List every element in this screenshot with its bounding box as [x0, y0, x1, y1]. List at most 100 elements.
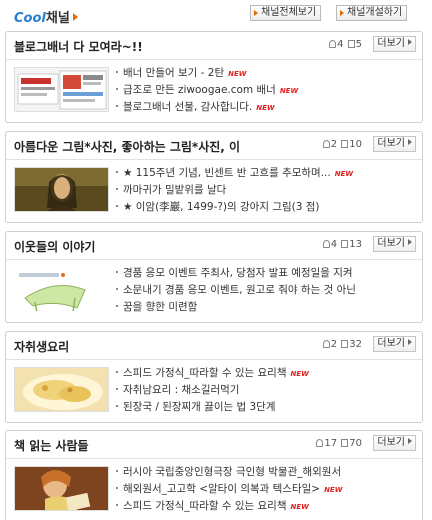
- channel-thumbnail[interactable]: [14, 466, 109, 511]
- bullet-icon: [116, 371, 118, 373]
- more-button[interactable]: 더보기: [373, 136, 416, 152]
- post-title: 꿈을 향한 미련함: [123, 301, 198, 313]
- new-badge: NEW: [324, 486, 343, 494]
- post-list: 배너 만들어 보기 - 2탄 NEW 급조로 만든 ziwoogae.com 배너…: [116, 65, 298, 116]
- food-dish-image: [15, 368, 108, 411]
- divider: [6, 359, 422, 360]
- bullet-icon: [116, 205, 118, 207]
- channel-header: Cool채널 채널전체보기 채널개설하기: [0, 0, 432, 26]
- post-icon: [341, 340, 349, 348]
- post-item[interactable]: 러시아 국립중앙인형극장 극인형 박물관_해외원서: [116, 464, 342, 481]
- post-item[interactable]: 스피드 가정식_따라할 수 있는 요리책 NEW: [116, 365, 309, 382]
- channel-stats: 17 70: [315, 438, 362, 449]
- post-title: 스피드 가정식_따라할 수 있는 요리책: [123, 500, 287, 512]
- new-badge: NEW: [228, 70, 247, 78]
- more-button[interactable]: 더보기: [373, 336, 416, 352]
- post-icon: [341, 240, 349, 248]
- divider: [6, 458, 422, 459]
- post-title: 러시아 국립중앙인형극장 극인형 박물관_해외원서: [123, 466, 342, 478]
- more-label: 더보기: [377, 238, 405, 249]
- member-icon: [322, 240, 330, 248]
- channel-title[interactable]: 이웃들의 이야기: [14, 238, 314, 255]
- new-badge: NEW: [334, 170, 354, 178]
- member-icon: [316, 439, 324, 447]
- channel-title[interactable]: 자취생요리: [14, 338, 314, 355]
- bullet-icon: [116, 487, 118, 489]
- post-item[interactable]: 소문내기 경품 응모 이벤트, 원고로 줘야 하는 것 아닌: [116, 282, 356, 299]
- orange-arrow-icon: [340, 10, 344, 16]
- post-item[interactable]: 꿈을 향한 미련함: [116, 299, 356, 316]
- channel-thumbnail[interactable]: [14, 367, 109, 412]
- post-title: ★ 115주년 기념, 빈센트 반 고흐를 추모하며...: [123, 167, 331, 179]
- mona-lisa-image: [15, 168, 108, 211]
- channel-thumbnail[interactable]: [14, 67, 109, 112]
- post-item[interactable]: ★ 이암(李巖, 1499-?)의 강아지 그림(3 점): [116, 199, 353, 216]
- channel-title[interactable]: 블로그배너 다 모여라~!!: [14, 38, 314, 55]
- post-item[interactable]: 자취남요리 : 채소길러먹기: [116, 382, 309, 399]
- channel-stats: 4 13: [322, 239, 362, 250]
- bullet-icon: [116, 305, 118, 307]
- post-count: 70: [349, 438, 362, 449]
- post-item[interactable]: 해외원서_고고학 <알타이 의복과 텍스타일> NEW: [116, 481, 342, 498]
- member-icon: [322, 140, 330, 148]
- post-list: ★ 115주년 기념, 빈센트 반 고흐를 추모하며... NEW 까마귀가 밀밭…: [116, 165, 353, 216]
- post-title: 된장국 / 된장찌개 끓이는 법 3단계: [123, 401, 276, 413]
- divider: [6, 159, 422, 160]
- view-all-channels-button[interactable]: 채널전체보기: [250, 5, 322, 21]
- bullet-icon: [116, 71, 118, 73]
- post-item[interactable]: 블로그배너 선물, 감사합니다. NEW: [116, 99, 298, 116]
- reading-painting-image: [15, 467, 108, 510]
- more-button[interactable]: 더보기: [373, 36, 416, 52]
- orange-arrow-icon: [254, 10, 258, 16]
- post-item[interactable]: 된장국 / 된장찌개 끓이는 법 3단계: [116, 399, 309, 416]
- post-list: 러시아 국립중앙인형극장 극인형 박물관_해외원서 해외원서_고고학 <알타이 …: [116, 464, 342, 515]
- bullet-icon: [116, 188, 118, 190]
- channel-stats: 2 10: [322, 139, 362, 150]
- member-count: 2: [330, 339, 338, 350]
- post-title: 배너 만들어 보기 - 2탄: [123, 67, 225, 79]
- bullet-icon: [116, 171, 118, 173]
- brand-cool-label: Cool: [14, 11, 46, 26]
- post-title: 스피드 가정식_따라할 수 있는 요리책: [123, 367, 287, 379]
- chevron-right-icon: [408, 339, 412, 345]
- member-count: 4: [330, 239, 338, 250]
- channel-thumbnail[interactable]: [14, 267, 109, 312]
- orange-arrow-icon: [72, 13, 78, 21]
- post-item[interactable]: 스피드 가정식_따라할 수 있는 요리책 NEW: [116, 498, 342, 515]
- bullet-icon: [116, 88, 118, 90]
- post-list: 경품 응모 이벤트 주최사, 당첨자 발표 예정일을 지켜 소문내기 경품 응모…: [116, 265, 356, 316]
- bullet-icon: [116, 504, 118, 506]
- divider: [6, 59, 422, 60]
- bullet-icon: [116, 288, 118, 290]
- view-all-channels-label: 채널전체보기: [261, 7, 317, 18]
- channel-title[interactable]: 책 읽는 사람들: [14, 437, 314, 454]
- channel-title[interactable]: 아름다운 그림*사진, 좋아하는 그림*사진, 이: [14, 138, 314, 155]
- member-count: 17: [324, 438, 338, 449]
- bullet-icon: [116, 105, 118, 107]
- post-item[interactable]: 까마귀가 밀밭위를 날다: [116, 182, 353, 199]
- post-count: 32: [349, 339, 362, 350]
- new-badge: NEW: [290, 503, 309, 511]
- post-title: 급조로 만든 ziwoogae.com 배너: [123, 84, 276, 96]
- more-button[interactable]: 더보기: [373, 435, 416, 451]
- channel-card: 책 읽는 사람들 17 70 더보기 러시아 국립중앙인형극장 극인형 박물관_…: [5, 430, 423, 520]
- post-item[interactable]: 급조로 만든 ziwoogae.com 배너 NEW: [116, 82, 298, 99]
- open-channel-button[interactable]: 채널개설하기: [336, 5, 408, 21]
- post-item[interactable]: ★ 115주년 기념, 빈센트 반 고흐를 추모하며... NEW: [116, 165, 353, 182]
- open-channel-label: 채널개설하기: [347, 7, 403, 18]
- divider: [6, 259, 422, 260]
- post-title: 소문내기 경품 응모 이벤트, 원고로 줘야 하는 것 아닌: [123, 284, 356, 296]
- channel-card: 이웃들의 이야기 4 13 더보기 경품 응모 이벤트 주최사, 당첨자 발표 …: [5, 231, 423, 323]
- chevron-right-icon: [408, 139, 412, 145]
- post-item[interactable]: 경품 응모 이벤트 주최사, 당첨자 발표 예정일을 지켜: [116, 265, 356, 282]
- post-item[interactable]: 배너 만들어 보기 - 2탄 NEW: [116, 65, 298, 82]
- more-label: 더보기: [377, 437, 405, 448]
- post-count: 5: [355, 39, 362, 50]
- more-button[interactable]: 더보기: [373, 236, 416, 252]
- member-icon: [322, 340, 330, 348]
- channel-thumbnail[interactable]: [14, 167, 109, 212]
- post-title: 경품 응모 이벤트 주최사, 당첨자 발표 예정일을 지켜: [123, 267, 353, 279]
- post-title: ★ 이암(李巖, 1499-?)의 강아지 그림(3 점): [123, 201, 320, 213]
- post-count: 10: [349, 139, 362, 150]
- post-icon: [347, 40, 355, 48]
